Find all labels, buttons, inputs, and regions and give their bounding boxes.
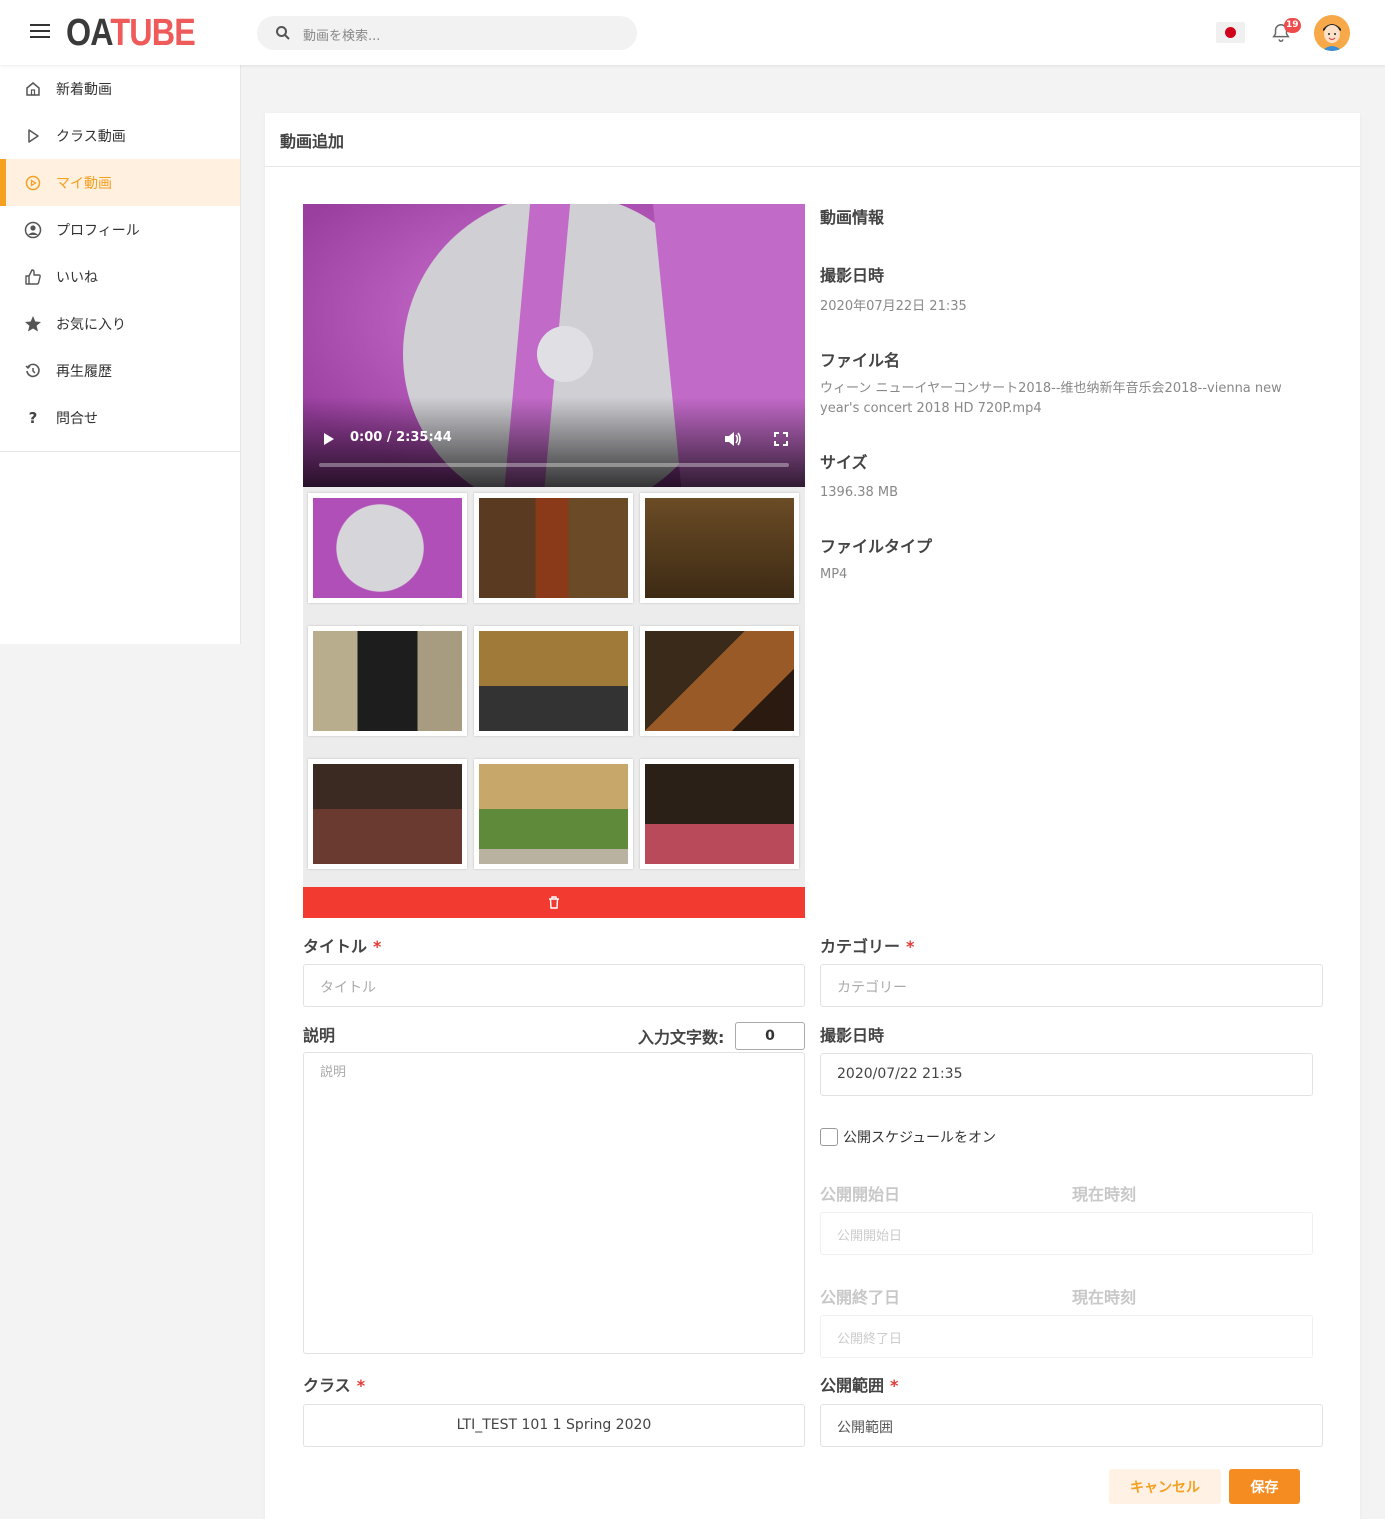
question-icon: ? — [28, 408, 38, 427]
video-info-heading: 動画情報 — [820, 208, 885, 227]
thumbnail-6[interactable] — [640, 626, 799, 736]
language-flag-icon[interactable] — [1216, 22, 1245, 43]
publish-end-label: 公開終了日 — [820, 1288, 901, 1307]
publish-start-input[interactable]: 公開開始日 — [820, 1212, 1313, 1255]
video-progress-bar[interactable] — [319, 463, 789, 467]
hamburger-menu-icon[interactable] — [28, 20, 52, 44]
sidebar-item-label: マイ動画 — [56, 175, 112, 192]
video-info-panel: 動画情報 撮影日時 2020年07月22日 21:35 ファイル名 ウィーン ニ… — [820, 204, 1310, 585]
char-count-value: 0 — [735, 1022, 805, 1050]
size-value: 1396.38 MB — [820, 485, 899, 500]
thumbnail-8[interactable] — [474, 759, 633, 869]
sidebar-nav: 新着動画 クラス動画 マイ動画 プロフィール いいね お気に入り 再生履歴 ? — [0, 65, 240, 452]
history-icon — [24, 362, 42, 380]
fullscreen-icon[interactable] — [774, 432, 788, 446]
thumbnail-7[interactable] — [308, 759, 467, 869]
char-count-label: 入力文字数: — [638, 1028, 725, 1047]
delete-video-button[interactable] — [303, 887, 805, 918]
size-label: サイズ — [820, 453, 868, 472]
trash-icon — [549, 896, 559, 909]
shot-date-field-label: 撮影日時 — [820, 1026, 885, 1045]
sidebar-item-likes[interactable]: いいね — [0, 253, 240, 300]
sidebar-item-label: お気に入り — [56, 316, 126, 333]
thumbnail-grid — [303, 487, 805, 887]
home-icon — [24, 80, 42, 98]
sidebar-item-label: 再生履歴 — [56, 363, 112, 380]
page-title: 動画追加 — [265, 113, 1360, 167]
save-button[interactable]: 保存 — [1229, 1469, 1300, 1504]
filename-label: ファイル名 — [820, 351, 901, 370]
sidebar-item-profile[interactable]: プロフィール — [0, 206, 240, 253]
search-placeholder: 動画を検索... — [303, 29, 381, 44]
sidebar-item-inquiry[interactable]: ? 問合せ — [0, 394, 240, 441]
publish-start-now-label[interactable]: 現在時刻 — [1072, 1181, 1136, 1205]
schedule-toggle[interactable]: 公開スケジュールをオン — [820, 1127, 996, 1147]
sidebar-item-label: プロフィール — [56, 222, 140, 239]
schedule-label: 公開スケジュールをオン — [843, 1130, 997, 1146]
shot-date-input[interactable]: 2020/07/22 21:35 — [820, 1053, 1313, 1096]
star-icon — [24, 315, 42, 333]
search-input[interactable]: 動画を検索... — [257, 16, 637, 50]
sidebar: 新着動画 クラス動画 マイ動画 プロフィール いいね お気に入り 再生履歴 ? — [0, 65, 241, 644]
shot-date-label: 撮影日時 — [820, 266, 885, 285]
add-video-card: 動画追加 0:00 / 2:35:44 動画情報 撮影日時 2020年07月22… — [265, 113, 1360, 1519]
shot-date-value: 2020年07月22日 21:35 — [820, 299, 967, 314]
file-type-label: ファイルタイプ — [820, 537, 933, 556]
publish-end-input[interactable]: 公開終了日 — [820, 1315, 1313, 1358]
user-circle-icon — [24, 221, 42, 239]
thumbnail-4[interactable] — [308, 626, 467, 736]
category-label: カテゴリー * — [820, 937, 915, 956]
description-textarea[interactable]: 説明 — [303, 1052, 805, 1354]
publish-start-label: 公開開始日 — [820, 1185, 901, 1204]
class-select[interactable]: LTI_TEST 101 1 Spring 2020 — [303, 1404, 805, 1447]
thumbnail-3[interactable] — [640, 493, 799, 603]
thumbnail-1[interactable] — [308, 493, 467, 603]
sidebar-item-label: いいね — [56, 269, 98, 286]
video-player[interactable]: 0:00 / 2:35:44 — [303, 204, 805, 487]
sidebar-item-history[interactable]: 再生履歴 — [0, 347, 240, 394]
sidebar-item-favorites[interactable]: お気に入り — [0, 300, 240, 347]
class-label: クラス * — [303, 1376, 366, 1395]
thumbnail-2[interactable] — [474, 493, 633, 603]
thumbnail-9[interactable] — [640, 759, 799, 869]
title-label: タイトル * — [303, 937, 382, 956]
scope-select[interactable]: 公開範囲 — [820, 1404, 1323, 1447]
sidebar-item-label: 問合せ — [56, 410, 98, 427]
notification-badge: 19 — [1284, 18, 1301, 33]
category-select[interactable]: カテゴリー — [820, 964, 1323, 1007]
search-icon — [276, 26, 290, 40]
schedule-checkbox[interactable] — [820, 1128, 838, 1146]
play-outline-icon — [24, 127, 42, 145]
sidebar-item-label: 新着動画 — [56, 81, 112, 98]
filename-value: ウィーン ニューイヤーコンサート2018--维也纳新年音乐会2018--vien… — [820, 381, 1282, 416]
thumbs-up-icon — [24, 268, 42, 286]
thumbnail-5[interactable] — [474, 626, 633, 736]
play-icon[interactable] — [321, 432, 335, 446]
sidebar-item-new-videos[interactable]: 新着動画 — [0, 65, 240, 112]
sidebar-item-my-videos[interactable]: マイ動画 — [0, 159, 240, 206]
avatar[interactable] — [1314, 15, 1350, 51]
description-label: 説明 — [303, 1026, 336, 1045]
file-type-value: MP4 — [820, 567, 848, 582]
sidebar-item-class-videos[interactable]: クラス動画 — [0, 112, 240, 159]
title-input[interactable]: タイトル — [303, 964, 805, 1007]
publish-end-now-label[interactable]: 現在時刻 — [1072, 1284, 1136, 1308]
app-logo[interactable]: OATUBE — [66, 12, 196, 55]
video-time: 0:00 / 2:35:44 — [350, 430, 452, 445]
top-header: OATUBE 動画を検索... 19 — [0, 0, 1385, 65]
scope-label: 公開範囲 * — [820, 1376, 899, 1395]
cancel-button[interactable]: キャンセル — [1109, 1469, 1221, 1504]
play-circle-icon — [24, 174, 42, 192]
sidebar-item-label: クラス動画 — [56, 128, 126, 145]
volume-icon[interactable] — [723, 430, 743, 448]
